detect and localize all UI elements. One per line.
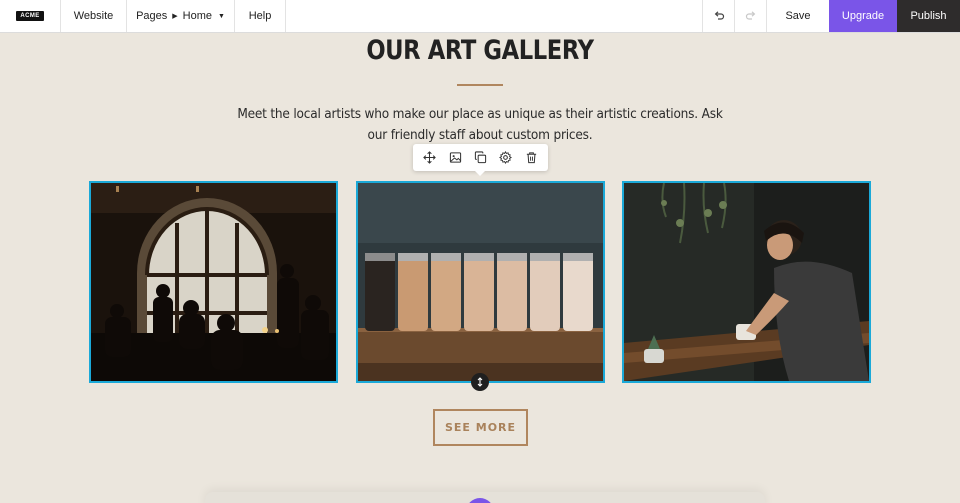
save-button[interactable]: Save [767, 0, 829, 32]
move-button[interactable] [419, 147, 441, 169]
toolbar-spacer [286, 0, 703, 32]
pages-label: Pages [136, 10, 168, 22]
jars-photo [358, 183, 603, 381]
undo-icon [714, 11, 724, 20]
image-edit-toolbar [413, 144, 548, 176]
gallery-image-cafe-interior[interactable] [89, 181, 338, 383]
duplicate-icon [474, 151, 487, 164]
image-icon [449, 152, 461, 163]
current-page-label: Home [182, 10, 212, 22]
redo-button[interactable] [735, 0, 767, 32]
website-menu[interactable]: Website [61, 0, 127, 32]
upgrade-button[interactable]: Upgrade [829, 0, 897, 32]
replace-image-button[interactable] [444, 147, 466, 169]
gallery-title[interactable]: OUR ART GALLERY [77, 35, 883, 66]
move-icon [423, 151, 436, 164]
acme-logo: ACME [16, 11, 44, 21]
settings-button[interactable] [495, 147, 517, 169]
trash-icon [526, 152, 536, 164]
logo-cell[interactable]: ACME [0, 0, 61, 32]
caret-right-icon: ▶ [172, 13, 178, 20]
title-divider [457, 84, 503, 86]
undo-button[interactable] [703, 0, 735, 32]
gallery-image-woman-cafe[interactable] [622, 181, 871, 383]
save-label: Save [785, 10, 811, 22]
upgrade-label: Upgrade [841, 10, 885, 22]
resize-handle[interactable] [471, 373, 489, 391]
pages-menu[interactable]: Pages ▶ Home ▼ [127, 0, 235, 32]
website-label: Website [73, 10, 114, 22]
publish-label: Publish [910, 10, 947, 22]
help-menu[interactable]: Help [235, 0, 286, 32]
duplicate-button[interactable] [469, 147, 491, 169]
settings-icon [499, 151, 513, 164]
gallery-description[interactable]: Meet the local artists who make our plac… [232, 104, 728, 146]
cafe-interior-photo [91, 183, 336, 381]
redo-icon [745, 11, 755, 20]
publish-button[interactable]: Publish [897, 0, 960, 32]
top-toolbar: ACME Website Pages ▶ Home ▼ Help Save Up… [0, 0, 960, 33]
gallery-image-jars[interactable] [356, 181, 605, 383]
woman-cafe-photo [624, 183, 869, 381]
help-label: Help [248, 10, 272, 22]
see-more-button[interactable]: SEE MORE [433, 409, 528, 446]
delete-button[interactable] [520, 147, 542, 169]
chevron-down-icon: ▼ [218, 12, 225, 20]
drag-handle-icon [477, 377, 483, 387]
